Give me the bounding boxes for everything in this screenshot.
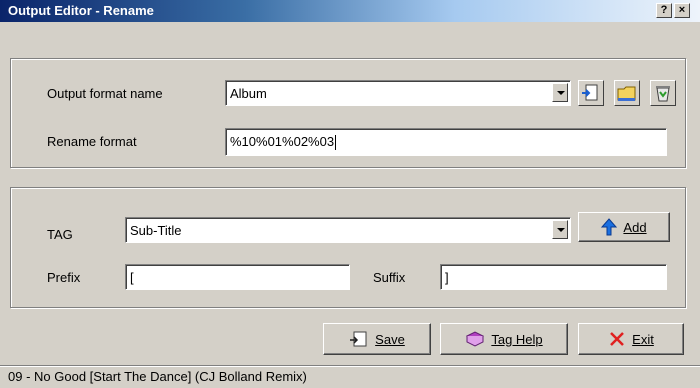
rename-format-input[interactable]: %10%01%02%03	[225, 128, 667, 156]
save-label: Save	[375, 331, 405, 347]
rename-format-value: %10%01%02%03	[230, 134, 335, 149]
book-icon	[466, 331, 485, 347]
folder-icon	[617, 86, 636, 101]
output-format-name-value: Album	[230, 86, 267, 101]
exit-label: Exit	[632, 331, 654, 347]
suffix-label: Suffix	[373, 270, 406, 285]
title-bar[interactable]: Output Editor - Rename ? ×	[0, 0, 700, 22]
output-format-name-label: Output format name	[47, 86, 163, 101]
tag-label: TAG	[47, 227, 73, 242]
tag-help-button[interactable]: Tag Help	[440, 323, 568, 355]
prefix-value: [	[130, 270, 134, 285]
output-editor-window: Output Editor - Rename ? × Output format…	[0, 0, 700, 387]
import-icon	[582, 84, 598, 101]
tag-value: Sub-Title	[130, 223, 182, 238]
suffix-input[interactable]: ]	[440, 264, 667, 290]
save-icon	[350, 331, 367, 347]
close-button[interactable]: ×	[674, 3, 690, 18]
chevron-down-icon[interactable]	[552, 83, 568, 102]
output-format-name-combo[interactable]: Album	[225, 80, 571, 106]
rename-format-label: Rename format	[47, 134, 137, 149]
suffix-value: ]	[445, 270, 449, 285]
help-button[interactable]: ?	[656, 3, 672, 18]
prefix-label: Prefix	[47, 270, 81, 285]
window-title: Output Editor - Rename	[8, 3, 154, 18]
tag-combo[interactable]: Sub-Title	[125, 217, 571, 243]
import-format-button[interactable]	[578, 80, 604, 106]
status-text: 09 - No Good [Start The Dance] (CJ Bolla…	[8, 369, 307, 384]
chevron-down-icon[interactable]	[552, 220, 568, 239]
recycle-bin-icon	[656, 86, 670, 102]
up-arrow-icon	[601, 218, 618, 236]
delete-format-button[interactable]	[650, 80, 676, 106]
text-caret	[335, 135, 337, 151]
tag-help-label: Tag Help	[491, 331, 543, 347]
open-folder-button[interactable]	[614, 80, 640, 106]
status-bar: 09 - No Good [Start The Dance] (CJ Bolla…	[0, 365, 700, 387]
add-tag-button[interactable]: Add	[578, 212, 670, 242]
add-tag-label: Add	[623, 219, 647, 235]
close-x-icon	[610, 332, 625, 346]
prefix-input[interactable]: [	[125, 264, 350, 290]
save-button[interactable]: Save	[323, 323, 431, 355]
exit-button[interactable]: Exit	[578, 323, 684, 355]
